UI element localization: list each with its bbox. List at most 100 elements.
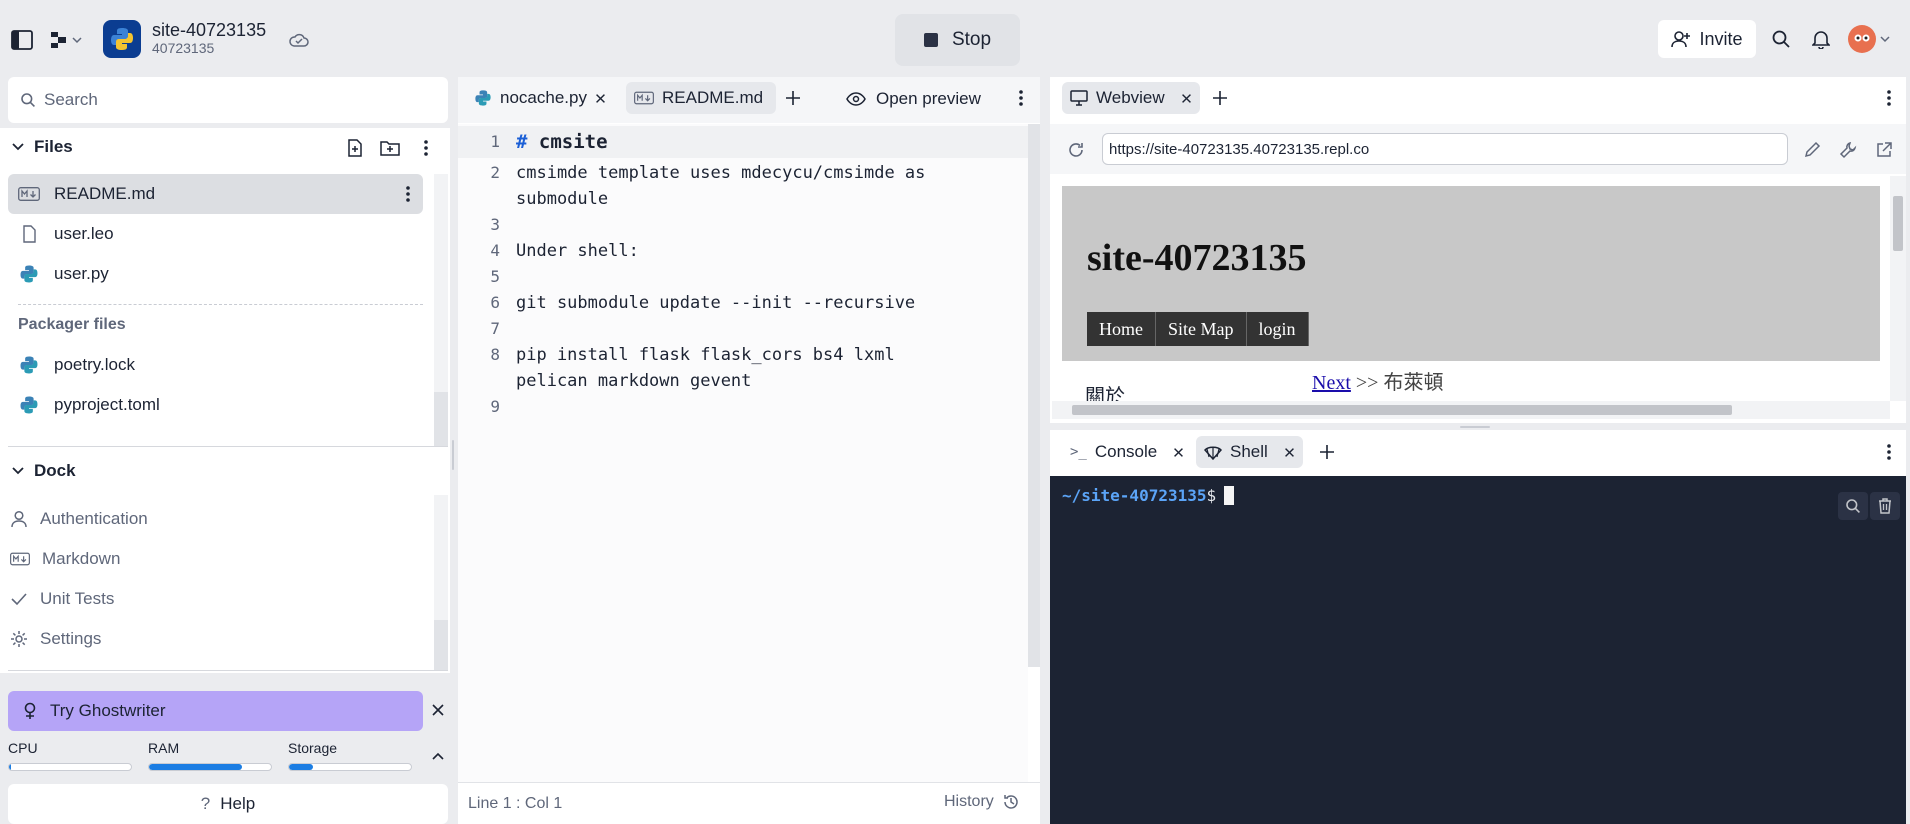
history-icon: [1004, 795, 1018, 809]
dock-header[interactable]: Dock: [12, 460, 76, 482]
next-nav: Next >> 布萊頓: [1312, 366, 1443, 395]
shell-prompt: ~/site-40723135 $: [1062, 486, 1235, 505]
console-more-icon[interactable]: [1882, 442, 1896, 462]
close-icon[interactable]: [1284, 447, 1295, 458]
refresh-icon[interactable]: [1066, 140, 1086, 160]
dock-scrollbar-thumb[interactable]: [434, 620, 448, 670]
bell-icon[interactable]: [1810, 28, 1832, 50]
help-label: Help: [220, 794, 256, 813]
chevron-up-icon[interactable]: [430, 748, 446, 764]
new-folder-icon[interactable]: [380, 138, 400, 158]
storage-meter: [288, 763, 412, 771]
dock-item-markdown[interactable]: Markdown: [0, 540, 415, 578]
file-item-poetry-lock[interactable]: poetry.lock: [8, 346, 423, 384]
dock-item-label: Authentication: [40, 509, 148, 528]
tab-nocache-py[interactable]: nocache.py: [466, 82, 614, 114]
help-button[interactable]: ? Help: [8, 784, 448, 824]
markdown-icon: [634, 91, 654, 105]
markdown-icon: [10, 552, 30, 566]
dock-item-authentication[interactable]: Authentication: [0, 500, 415, 538]
file-item-user-py[interactable]: user.py: [8, 255, 423, 293]
tab-shell[interactable]: Shell: [1196, 436, 1303, 468]
add-tab-icon[interactable]: [1210, 88, 1230, 108]
open-external-icon[interactable]: [1874, 140, 1894, 160]
chevron-down-icon: [12, 143, 24, 151]
file-more-icon[interactable]: [400, 184, 416, 204]
python-app-icon: [103, 20, 141, 58]
search-icon: [21, 93, 35, 107]
file-item-pyproject[interactable]: pyproject.toml: [8, 386, 423, 424]
files-header[interactable]: Files: [12, 136, 442, 158]
editor-more-icon[interactable]: [1014, 88, 1028, 108]
divider: [18, 304, 423, 305]
nav-site-map-link[interactable]: Site Map: [1156, 312, 1247, 346]
cloud-check-icon: [288, 30, 310, 50]
files-scrollbar-thumb[interactable]: [434, 392, 448, 446]
tab-readme-md[interactable]: README.md: [626, 82, 776, 114]
sidebar-resize-handle[interactable]: [452, 440, 454, 470]
avatar-menu[interactable]: [1846, 24, 1892, 54]
heading-line: # cmsite: [516, 131, 608, 153]
add-tab-icon[interactable]: [783, 88, 803, 108]
tab-label: Console: [1094, 442, 1158, 461]
webview-more-icon[interactable]: [1882, 88, 1896, 108]
dock-title: Dock: [34, 461, 76, 480]
new-file-icon[interactable]: [345, 138, 365, 158]
question-icon: ?: [200, 794, 211, 813]
open-preview-button[interactable]: Open preview: [846, 86, 981, 112]
shell-terminal[interactable]: [1050, 476, 1906, 824]
tab-label: Webview: [1096, 88, 1165, 107]
dock-item-settings[interactable]: Settings: [0, 620, 415, 658]
python-icon: [475, 90, 491, 106]
nav-login-link[interactable]: login: [1246, 312, 1309, 346]
markdown-icon: [18, 187, 40, 201]
file-name: user.leo: [54, 224, 114, 243]
nav-home-link[interactable]: Home: [1087, 312, 1156, 346]
cursor-position[interactable]: Line 1 : Col 1: [468, 795, 562, 813]
pencil-icon[interactable]: [1802, 140, 1822, 160]
pane-resize-handle[interactable]: [1460, 426, 1490, 428]
dock-item-unit-tests[interactable]: Unit Tests: [0, 580, 415, 618]
file-item-readme[interactable]: README.md: [8, 175, 423, 213]
add-tab-icon[interactable]: [1317, 442, 1337, 462]
search-icon[interactable]: [1770, 28, 1792, 50]
gear-icon: [11, 631, 27, 647]
stop-icon: [923, 33, 938, 47]
history-button[interactable]: History: [944, 793, 1020, 811]
webview-hscroll[interactable]: [1052, 401, 1890, 419]
body-text: 關於: [1085, 386, 1125, 401]
close-icon[interactable]: [1173, 447, 1184, 458]
prompt-path: ~/site-40723135: [1062, 486, 1207, 505]
tab-label: nocache.py: [500, 88, 587, 107]
close-icon[interactable]: [430, 702, 446, 718]
repl-name[interactable]: site-40723135: [152, 20, 266, 41]
replit-menu-icon[interactable]: [44, 28, 88, 52]
monitor-icon: [1070, 90, 1088, 106]
terminal-search-icon[interactable]: [1838, 492, 1868, 520]
vscroll-thumb[interactable]: [1893, 196, 1903, 251]
file-item-user-leo[interactable]: user.leo: [8, 215, 423, 253]
chevron-down-icon: [1880, 36, 1890, 43]
webview-content[interactable]: site-40723135 Home Site Map login Next >…: [1052, 176, 1890, 401]
sidebar-toggle-icon[interactable]: [10, 28, 34, 52]
tab-console[interactable]: >_ Console: [1062, 436, 1192, 468]
file-name: README.md: [54, 184, 156, 203]
divider: [8, 446, 448, 447]
check-icon: [11, 593, 27, 606]
stop-button[interactable]: Stop: [895, 14, 1020, 66]
close-icon[interactable]: [595, 93, 606, 104]
wrench-icon[interactable]: [1838, 140, 1858, 160]
close-icon[interactable]: [1181, 93, 1192, 104]
hscroll-thumb[interactable]: [1072, 405, 1732, 415]
trash-icon[interactable]: [1870, 492, 1900, 520]
webview-vscroll[interactable]: [1890, 176, 1906, 401]
ram-label: RAM: [148, 740, 180, 756]
invite-button[interactable]: Invite: [1658, 20, 1756, 58]
files-more-icon[interactable]: [416, 138, 436, 158]
editor-scrollbar[interactable]: [1028, 124, 1040, 667]
next-link[interactable]: Next: [1312, 372, 1351, 394]
url-input[interactable]: https://site-40723135.40723135.repl.co: [1102, 133, 1788, 165]
tab-webview[interactable]: Webview: [1062, 82, 1200, 114]
try-ghostwriter-button[interactable]: Try Ghostwriter: [8, 691, 423, 731]
search-input[interactable]: Search: [8, 77, 448, 123]
